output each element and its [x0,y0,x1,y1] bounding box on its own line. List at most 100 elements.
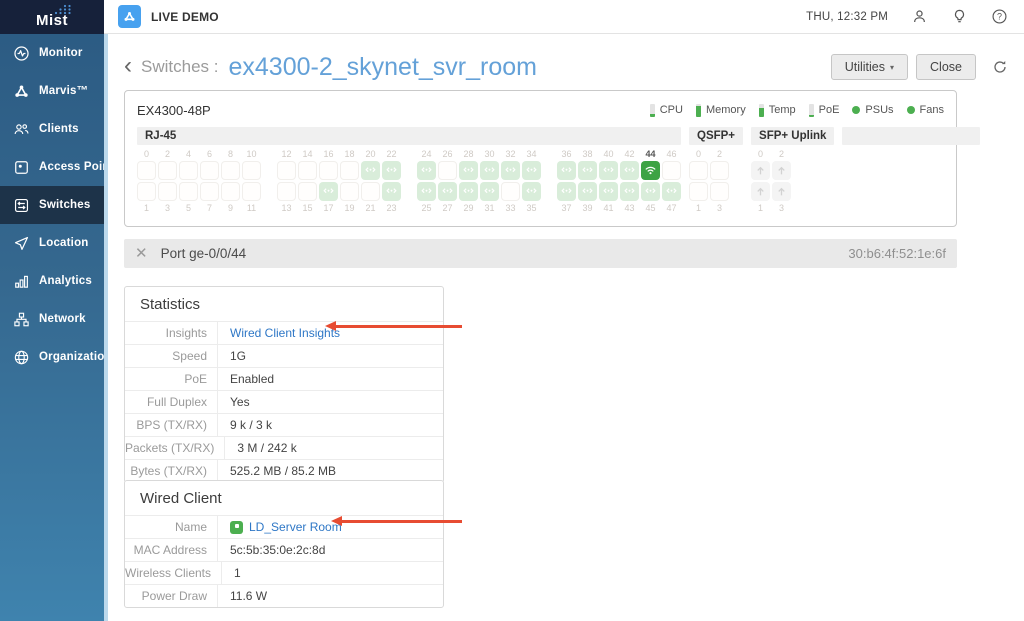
port-qsfp-2[interactable] [710,161,729,180]
port-number: 31 [484,203,494,213]
port-rj45-16[interactable] [319,161,338,180]
port-rj45-37[interactable] [557,182,576,201]
port-rj45-14[interactable] [298,161,317,180]
wired-client-title: Wired Client [125,481,443,515]
sidebar-item-marvis[interactable]: Marvis™ [0,72,104,110]
port-rj45-18[interactable] [340,161,359,180]
port-number: 35 [526,203,536,213]
caret-down-icon: ▾ [890,63,894,72]
port-rj45-8[interactable] [221,161,240,180]
table-row-poe: PoEEnabled [125,367,443,390]
port-rj45-32[interactable] [501,161,520,180]
row-value-link[interactable]: Wired Client Insights [230,326,340,340]
port-rj45-39[interactable] [578,182,597,201]
port-rj45-12[interactable] [277,161,296,180]
legend-memory: Memory [696,104,746,117]
close-button[interactable]: Close [916,54,976,80]
help-icon[interactable]: ? [991,8,1008,25]
org-icon[interactable] [118,5,141,28]
bank-label: SFP+ Uplink [759,130,826,142]
port-rj45-5[interactable] [179,182,198,201]
mist-logo[interactable]: Mist [0,0,104,34]
port-rj45-38[interactable] [578,161,597,180]
port-rj45-21[interactable] [361,182,380,201]
port-sfp-uplink-0[interactable] [751,161,770,180]
port-rj45-20[interactable] [361,161,380,180]
port-rj45-19[interactable] [340,182,359,201]
port-rj45-22[interactable] [382,161,401,180]
user-icon[interactable] [911,8,928,25]
port-number: 12 [281,149,291,159]
sidebar-item-label: Location [39,237,89,249]
legend-label: PoE [819,104,840,116]
port-qsfp-0[interactable] [689,161,708,180]
utilities-button[interactable]: Utilities ▾ [831,54,908,80]
breadcrumb[interactable]: Switches : [141,57,218,77]
port-number: 39 [582,203,592,213]
refresh-icon[interactable] [992,59,1008,75]
port-qsfp-3[interactable] [710,182,729,201]
port-rj45-9[interactable] [221,182,240,201]
port-rj45-28[interactable] [459,161,478,180]
sidebar-item-network[interactable]: Network [0,300,104,338]
port-banks: RJ-4501234567891011121314151617181920212… [137,127,944,213]
port-rj45-23[interactable] [382,182,401,201]
port-rj45-11[interactable] [242,182,261,201]
port-rj45-0[interactable] [137,161,156,180]
port-rj45-1[interactable] [137,182,156,201]
port-rj45-47[interactable] [662,182,681,201]
port-rj45-6[interactable] [200,161,219,180]
port-rj45-29[interactable] [459,182,478,201]
close-port-icon[interactable]: ✕ [135,246,148,261]
port-rj45-31[interactable] [480,182,499,201]
port-rj45-17[interactable] [319,182,338,201]
back-chevron-icon[interactable]: ‹ [124,54,132,81]
sidebar-item-access-points[interactable]: Access Points [0,148,104,186]
port-rj45-25[interactable] [417,182,436,201]
sidebar-item-monitor[interactable]: Monitor [0,34,104,72]
port-rj45-44[interactable] [641,161,660,180]
port-rj45-41[interactable] [599,182,618,201]
port-qsfp-1[interactable] [689,182,708,201]
port-rj45-36[interactable] [557,161,576,180]
row-value-link[interactable]: LD_Server Room [249,520,342,534]
port-rj45-45[interactable] [641,182,660,201]
port-number: 37 [561,203,571,213]
port-rj45-13[interactable] [277,182,296,201]
port-rj45-43[interactable] [620,182,639,201]
port-number: 18 [344,149,354,159]
port-number: 23 [386,203,396,213]
port-sfp-uplink-2[interactable] [772,161,791,180]
sidebar-item-location[interactable]: Location [0,224,104,262]
port-rj45-34[interactable] [522,161,541,180]
port-rj45-7[interactable] [200,182,219,201]
port-rj45-24[interactable] [417,161,436,180]
port-rj45-30[interactable] [480,161,499,180]
port-number: 34 [526,149,536,159]
port-rj45-4[interactable] [179,161,198,180]
sidebar-item-clients[interactable]: Clients [0,110,104,148]
sidebar-item-organization[interactable]: Organization [0,338,104,376]
port-rj45-40[interactable] [599,161,618,180]
sidebar-item-analytics[interactable]: Analytics [0,262,104,300]
port-number: 25 [421,203,431,213]
port-rj45-3[interactable] [158,182,177,201]
port-sfp-uplink-3[interactable] [772,182,791,201]
port-rj45-46[interactable] [662,161,681,180]
sidebar-item-switches[interactable]: Switches [0,186,104,224]
port-rj45-35[interactable] [522,182,541,201]
sidebar: Mist MonitorMarvis™ClientsAccess PointsS… [0,0,104,621]
port-sfp-uplink-1[interactable] [751,182,770,201]
port-rj45-2[interactable] [158,161,177,180]
port-rj45-10[interactable] [242,161,261,180]
port-rj45-33[interactable] [501,182,520,201]
legend-dot-fans [907,106,915,114]
lightbulb-icon[interactable] [951,8,968,25]
legend-psus: PSUs [852,104,893,116]
port-rj45-42[interactable] [620,161,639,180]
port-rj45-27[interactable] [438,182,457,201]
port-rj45-26[interactable] [438,161,457,180]
port-rj45-15[interactable] [298,182,317,201]
marvis-icon [13,83,30,100]
port-group: 0123 [689,149,729,213]
